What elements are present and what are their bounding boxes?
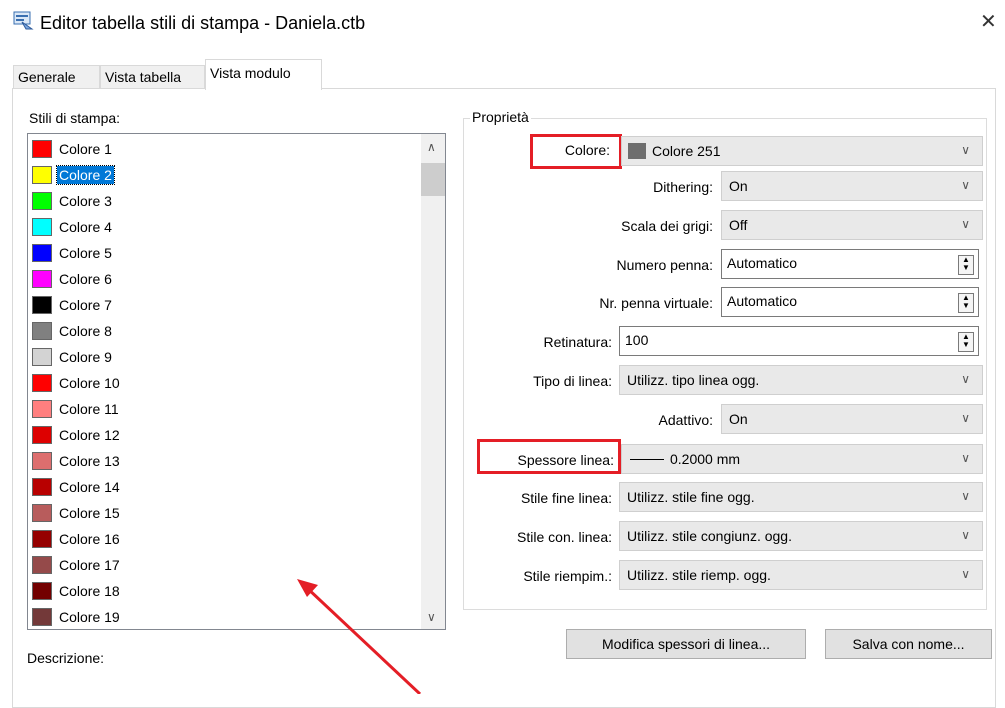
annotation-arrow	[297, 579, 422, 694]
tab-vista-modulo[interactable]: Vista modulo	[205, 59, 322, 90]
